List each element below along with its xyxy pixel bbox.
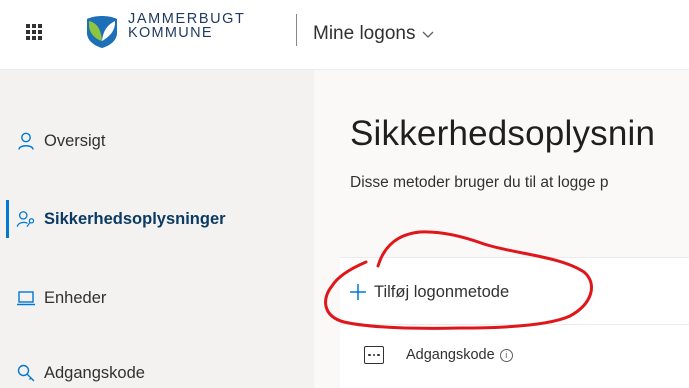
person-icon (16, 131, 36, 151)
method-label: Adgangskode (406, 347, 495, 363)
app-title-dropdown[interactable]: Mine logons (313, 23, 435, 45)
main-content: Sikkerhedsoplysnin Disse metoder bruger … (314, 70, 689, 388)
sidebar-item-enheder[interactable]: Enheder (0, 273, 314, 323)
logo-line-1: JAMMERBUGT (128, 11, 246, 27)
header-divider (296, 14, 297, 46)
sidebar: Oversigt Sikkerhedsoplysninger Enheder A… (0, 70, 314, 388)
add-sign-in-method-button[interactable]: Tilføj logonmetode (348, 282, 509, 302)
sidebar-item-label: Enheder (44, 288, 107, 307)
password-icon (364, 346, 384, 364)
app-launcher-icon[interactable] (26, 24, 42, 40)
sidebar-item-label: Sikkerhedsoplysninger (44, 209, 226, 228)
logo-line-2: KOMMUNE (128, 25, 213, 41)
card-divider (340, 324, 689, 325)
method-row-password: Adgangskode i (364, 346, 513, 364)
page-description: Disse metoder bruger du til at logge p (350, 174, 609, 191)
top-bar: JAMMERBUGT KOMMUNE Mine logons (0, 0, 689, 70)
sidebar-item-label: Oversigt (44, 131, 106, 150)
sidebar-item-label: Adgangskode (44, 363, 145, 382)
key-icon (16, 363, 36, 383)
page-title: Sikkerhedsoplysnin (350, 114, 656, 153)
sidebar-item-oversigt[interactable]: Oversigt (0, 116, 314, 166)
chevron-down-icon (422, 31, 434, 38)
add-method-label: Tilføj logonmetode (374, 282, 510, 301)
person-key-icon (16, 209, 36, 229)
security-methods-card: Tilføj logonmetode Adgangskode i (340, 257, 689, 388)
sidebar-item-adgangskode[interactable]: Adgangskode (0, 348, 314, 388)
municipality-logo-text: JAMMERBUGT KOMMUNE (128, 11, 246, 41)
municipality-logo-icon (87, 16, 117, 48)
info-icon[interactable]: i (499, 348, 513, 362)
sidebar-item-sikkerhedsoplysninger[interactable]: Sikkerhedsoplysninger (0, 194, 314, 244)
plus-icon (350, 284, 366, 300)
laptop-icon (16, 288, 36, 308)
app-title: Mine logons (313, 23, 416, 44)
